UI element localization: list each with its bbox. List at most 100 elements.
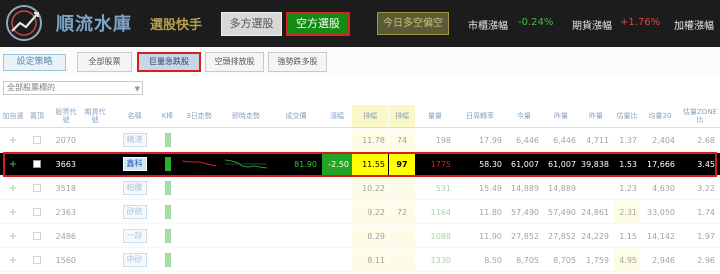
kbar-icon — [160, 129, 175, 151]
col-pin[interactable]: 置頂 — [28, 105, 46, 127]
pin-checkbox[interactable] — [28, 177, 46, 199]
today-volume: 57,490 — [511, 207, 539, 217]
today-volume: 61,007 — [511, 159, 539, 169]
table-row[interactable]: + 1560 中砂 8.11 1330 8.50 8,705 8,705 1,7… — [0, 249, 720, 272]
col-volume[interactable]: 量量 — [416, 105, 454, 127]
col-code[interactable]: 股票代號 — [53, 105, 79, 127]
tab-all-stocks[interactable]: 全部股票 — [77, 52, 132, 72]
col-rank[interactable]: 排幅 — [389, 105, 415, 127]
col-zone-ratio[interactable]: 估量ZONE比 — [682, 105, 718, 127]
today-volume: 14,889 — [511, 183, 539, 193]
sentiment-badge: 今日多空偏空 — [377, 12, 449, 35]
table-row[interactable]: + 2070 精湛 11.78 74 198 17.99 6,446 6,446… — [0, 129, 720, 152]
col-name[interactable]: 名稱 — [112, 105, 157, 127]
add-watch-icon[interactable]: + — [2, 153, 24, 175]
add-watch-icon[interactable]: + — [2, 225, 24, 247]
est-ratio: 2.31 — [614, 201, 640, 223]
stock-name[interactable]: 矽統 — [112, 201, 157, 223]
pin-checkbox[interactable] — [28, 225, 46, 247]
col-kbar[interactable]: K棒 — [160, 105, 175, 127]
volume: 198 — [435, 135, 451, 145]
zone-ratio: 3.22 — [697, 183, 715, 193]
col-est-ratio[interactable]: 估量比 — [614, 105, 640, 127]
add-watch-icon[interactable]: + — [2, 129, 24, 151]
add-watch-icon[interactable]: + — [2, 177, 24, 199]
yesterday-volume: 14,889 — [548, 183, 576, 193]
otc-change-value: -0.24% — [518, 17, 554, 28]
volume: 1164 — [430, 207, 451, 217]
yesterday-volume: 27,852 — [548, 231, 576, 241]
zone-ratio: 3.45 — [697, 159, 715, 169]
volume: 531 — [435, 183, 451, 193]
short-pick-button[interactable]: 空方選股 — [286, 12, 350, 36]
col-turnover[interactable]: 日周轉率 — [455, 105, 505, 127]
futures-change-value: +1.76% — [620, 17, 661, 28]
tab-volume-plunge[interactable]: 巨量急跌股 — [137, 52, 201, 72]
col-today-vol[interactable]: 今量 — [506, 105, 542, 127]
avg20: 4,630 — [652, 183, 675, 193]
col-futures-code[interactable]: 期貨代號 — [82, 105, 108, 127]
amplitude: 8.29 — [352, 225, 388, 247]
add-watch-icon[interactable]: + — [2, 249, 24, 271]
est-ratio: 1.23 — [619, 183, 637, 193]
stock-name[interactable]: 一詮 — [112, 225, 157, 247]
prev-volume: 24,229 — [581, 231, 609, 241]
amplitude: 10.22 — [352, 177, 388, 199]
col-prev-vol[interactable]: 昨量 — [580, 105, 612, 127]
stock-name[interactable]: 鑫科 — [112, 153, 157, 175]
stock-code: 3518 — [55, 183, 76, 193]
pin-checkbox[interactable] — [28, 129, 46, 151]
table-row-selected[interactable]: + 3663 鑫科 81.90 -2.50 11.55 97 1775 58.3… — [0, 153, 720, 176]
avg20: 2,404 — [652, 135, 675, 145]
pin-checkbox[interactable] — [28, 153, 46, 175]
prev-volume: 4,711 — [586, 135, 609, 145]
amplitude: 8.11 — [352, 249, 388, 271]
stock-code: 2070 — [55, 135, 76, 145]
amplitude: 11.55 — [352, 153, 388, 175]
turnover: 11.90 — [479, 231, 502, 241]
zone-ratio: 1.74 — [697, 207, 715, 217]
zone-ratio: 2.68 — [697, 135, 715, 145]
stock-name[interactable]: 精湛 — [112, 129, 157, 151]
long-pick-button[interactable]: 多方選股 — [221, 12, 282, 36]
futures-change-label: 期貨漲幅 — [572, 21, 612, 32]
stock-code: 1560 — [55, 255, 76, 265]
brand-subtitle: 選股快手 — [150, 18, 203, 33]
yesterday-volume: 6,446 — [553, 135, 576, 145]
col-intraday[interactable]: 即時走勢 — [222, 105, 270, 127]
table-row[interactable]: + 3518 柏騰 10.22 531 15.49 14,889 14,889 … — [0, 177, 720, 200]
stock-filter-select[interactable]: 全部股票標的 ▼ — [3, 81, 143, 95]
col-add-watch[interactable]: 加自選 — [2, 105, 24, 127]
rank — [389, 249, 415, 271]
rank: 72 — [389, 201, 415, 223]
add-watch-icon[interactable]: + — [2, 201, 24, 223]
tab-strong-decline[interactable]: 強勢跌多股 — [268, 52, 327, 72]
prev-volume: 1,759 — [586, 255, 609, 265]
col-change[interactable]: 漲幅 — [322, 105, 352, 127]
volume: 1775 — [430, 159, 451, 169]
col-3day[interactable]: 3日走勢 — [178, 105, 220, 127]
turnover: 17.99 — [479, 135, 502, 145]
col-yest-vol[interactable]: 昨量 — [543, 105, 579, 127]
chevron-down-icon: ▼ — [134, 85, 140, 93]
pin-checkbox[interactable] — [28, 201, 46, 223]
col-amplitude[interactable]: 排幅 — [352, 105, 388, 127]
amplitude: 9.22 — [352, 201, 388, 223]
logo-icon — [6, 5, 42, 41]
col-price[interactable]: 成交價 — [272, 105, 320, 127]
stock-name[interactable]: 中砂 — [112, 249, 157, 271]
set-strategy-button[interactable]: 設定策略 — [3, 54, 66, 71]
tab-bear-alignment[interactable]: 空頭排放股 — [205, 52, 264, 72]
col-avg20[interactable]: 均量20 — [642, 105, 678, 127]
rank: 74 — [389, 129, 415, 151]
pin-checkbox[interactable] — [28, 249, 46, 271]
volume: 1330 — [430, 255, 451, 265]
stock-name[interactable]: 柏騰 — [112, 177, 157, 199]
prev-volume: 24,861 — [581, 207, 609, 217]
change: -2.50 — [322, 153, 352, 175]
table-row[interactable]: + 2363 矽統 9.22 72 1164 11.80 57,490 57,4… — [0, 201, 720, 224]
est-ratio: 4.95 — [614, 249, 640, 271]
intraday-trend-chart — [222, 153, 270, 175]
three-day-trend-chart — [178, 153, 220, 175]
table-row[interactable]: + 2486 一詮 8.29 1088 11.90 27,852 27,852 … — [0, 225, 720, 248]
